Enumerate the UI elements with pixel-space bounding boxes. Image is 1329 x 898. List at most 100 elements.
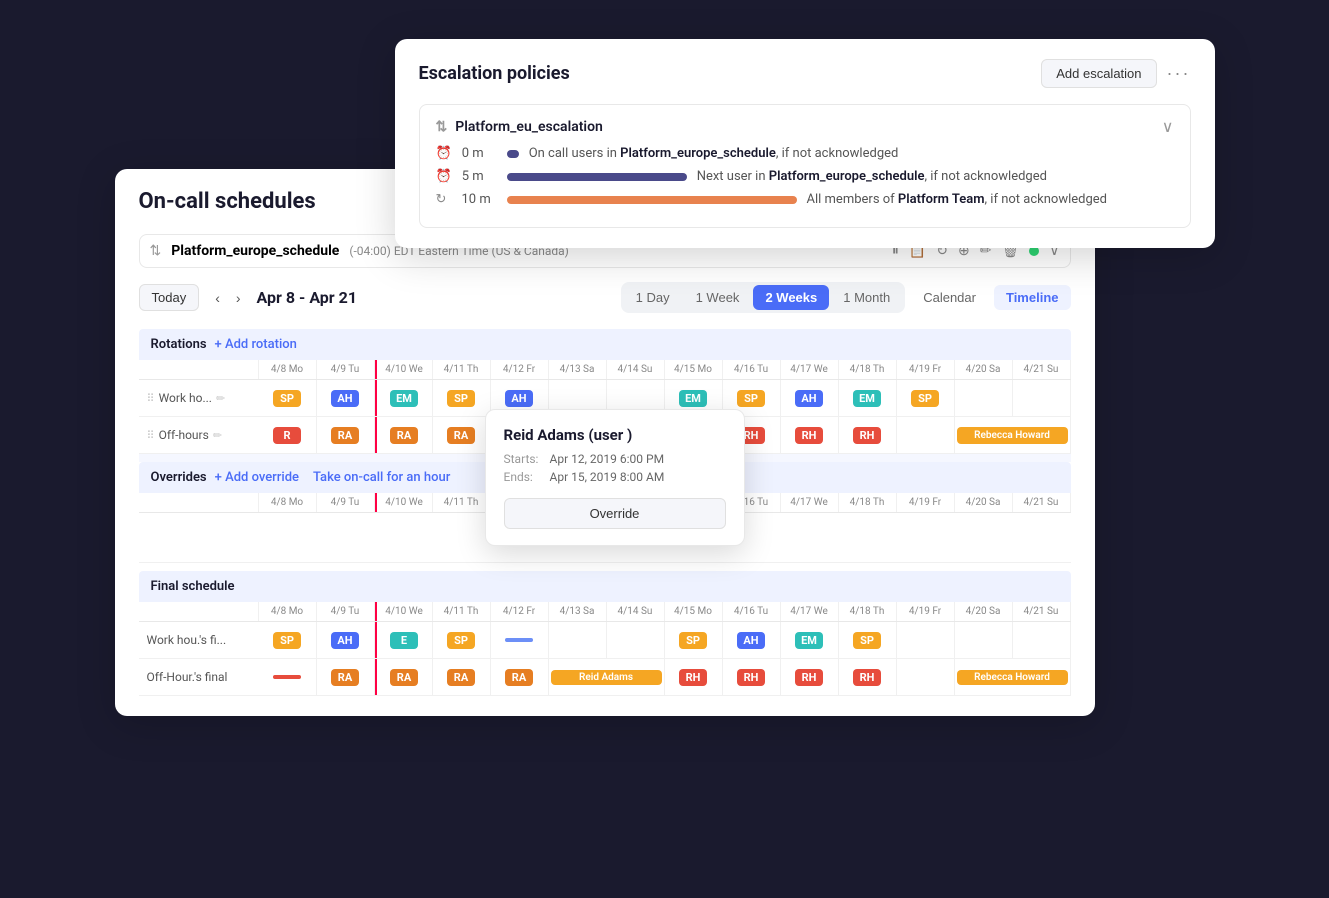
final-badge-ra-2: RA bbox=[390, 669, 418, 686]
step-time-3: 10 m bbox=[462, 192, 497, 207]
policy-name-text: Platform_eu_escalation bbox=[455, 119, 603, 135]
final-col-6: 4/14 Su bbox=[607, 602, 665, 621]
final-oh-8: RH bbox=[723, 659, 781, 695]
ovr-col-2: 4/10 We bbox=[375, 493, 433, 512]
final-wh-7: SP bbox=[665, 622, 723, 658]
ovr-header-empty bbox=[139, 493, 259, 512]
final-col-0: 4/8 Mo bbox=[259, 602, 317, 621]
add-escalation-button[interactable]: Add escalation bbox=[1041, 59, 1156, 88]
header-col-10: 4/18 Th bbox=[839, 360, 897, 379]
overrides-label: Overrides bbox=[151, 470, 207, 485]
ovr-col-12: 4/20 Sa bbox=[955, 493, 1013, 512]
cell-oh-12-13: Rebecca Howard bbox=[955, 417, 1071, 453]
step-bar-1 bbox=[507, 150, 519, 158]
step-text-3: All members of Platform Team, if not ack… bbox=[807, 192, 1108, 207]
badge-em-3: EM bbox=[853, 390, 881, 407]
badge-rh-4: RH bbox=[853, 427, 881, 444]
add-rotation-link[interactable]: + Add rotation bbox=[215, 337, 297, 352]
prev-arrow[interactable]: ‹ bbox=[209, 288, 226, 308]
cell-wh-11: SP bbox=[897, 380, 955, 416]
final-col-1: 4/9 Tu bbox=[317, 602, 375, 621]
final-row-offhours: Off-Hour.'s final RA RA RA RA Reid Adams… bbox=[139, 659, 1071, 696]
badge-ah-2: AH bbox=[505, 390, 533, 407]
ovr-col-13: 4/21 Su bbox=[1013, 493, 1071, 512]
today-button[interactable]: Today bbox=[139, 284, 200, 311]
final-badge-ra-3: RA bbox=[447, 669, 475, 686]
final-oh-10: RH bbox=[839, 659, 897, 695]
rotations-header: Rotations + Add rotation bbox=[139, 329, 1071, 360]
header-col-8: 4/16 Tu bbox=[723, 360, 781, 379]
step-bar-2 bbox=[507, 173, 687, 181]
final-badge-ra-1: RA bbox=[331, 669, 359, 686]
drag-handle-2[interactable]: ⠿ bbox=[147, 429, 155, 442]
policy-step-1: ⏰ 0 m On call users in Platform_europe_s… bbox=[436, 146, 1174, 161]
final-header-empty bbox=[139, 602, 259, 621]
final-badge-ra-4: RA bbox=[505, 669, 533, 686]
view-1month[interactable]: 1 Month bbox=[831, 285, 902, 310]
final-badge-ah: AH bbox=[331, 632, 359, 649]
cell-wh-9: AH bbox=[781, 380, 839, 416]
final-badge-sp-2: SP bbox=[447, 632, 475, 649]
date-range: Apr 8 - Apr 21 bbox=[257, 288, 357, 307]
final-wh-12 bbox=[955, 622, 1013, 658]
header-col-0: 4/8 Mo bbox=[259, 360, 317, 379]
final-label-oh: Off-Hour.'s final bbox=[139, 666, 259, 688]
take-oncall-link[interactable]: Take on-call for an hour bbox=[313, 470, 450, 485]
view-timeline[interactable]: Timeline bbox=[994, 285, 1071, 310]
edit-offhours-icon[interactable]: ✏ bbox=[213, 429, 222, 442]
badge-r: R bbox=[273, 427, 301, 444]
escalation-header: Escalation policies Add escalation ··· bbox=[419, 59, 1191, 88]
escalation-panel: Escalation policies Add escalation ··· ⇅… bbox=[395, 39, 1215, 248]
grid-header-row: 4/8 Mo 4/9 Tu 4/10 We 4/11 Th 4/12 Fr 4/… bbox=[139, 360, 1071, 380]
drag-handle[interactable]: ⠿ bbox=[147, 392, 155, 405]
next-arrow[interactable]: › bbox=[230, 288, 247, 308]
tooltip-starts-value: Apr 12, 2019 6:00 PM bbox=[550, 452, 665, 466]
final-schedule-header: Final schedule bbox=[139, 571, 1071, 602]
final-schedule-label: Final schedule bbox=[151, 579, 235, 594]
step-time-1: 0 m bbox=[462, 146, 497, 161]
cell-oh-2: RA bbox=[375, 417, 433, 453]
header-col-9: 4/17 We bbox=[781, 360, 839, 379]
rotations-label: Rotations bbox=[151, 337, 207, 352]
final-badge-sp-3: SP bbox=[679, 632, 707, 649]
final-wh-5 bbox=[549, 622, 607, 658]
cell-wh-1: AH bbox=[317, 380, 375, 416]
more-options-button[interactable]: ··· bbox=[1167, 63, 1191, 84]
override-button[interactable]: Override bbox=[504, 498, 726, 529]
cell-wh-2: EM bbox=[375, 380, 433, 416]
final-oh-11 bbox=[897, 659, 955, 695]
final-col-11: 4/19 Fr bbox=[897, 602, 955, 621]
badge-sp-2: SP bbox=[447, 390, 475, 407]
edit-workhours-icon[interactable]: ✏ bbox=[216, 392, 225, 405]
final-wh-6 bbox=[607, 622, 665, 658]
view-2weeks[interactable]: 2 Weeks bbox=[753, 285, 829, 310]
view-1week[interactable]: 1 Week bbox=[684, 285, 752, 310]
chevron-down-icon[interactable]: ∨ bbox=[1162, 117, 1174, 136]
badge-ah: AH bbox=[331, 390, 359, 407]
badge-ra-1: RA bbox=[331, 427, 359, 444]
add-override-link[interactable]: + Add override bbox=[215, 470, 299, 485]
final-label-wh: Work hou.'s fi... bbox=[139, 629, 259, 651]
view-1day[interactable]: 1 Day bbox=[624, 285, 682, 310]
tooltip-ends-value: Apr 15, 2019 8:00 AM bbox=[550, 470, 665, 484]
step-text-2: Next user in Platform_europe_schedule, i… bbox=[697, 169, 1047, 184]
final-wh-1: AH bbox=[317, 622, 375, 658]
header-col-4: 4/12 Fr bbox=[491, 360, 549, 379]
final-badge-rh-4: RH bbox=[853, 669, 881, 686]
final-row-workhours: Work hou.'s fi... SP AH E SP SP AH EM SP bbox=[139, 622, 1071, 659]
header-empty bbox=[139, 360, 259, 379]
final-wh-4 bbox=[491, 622, 549, 658]
step-text-1: On call users in Platform_europe_schedul… bbox=[529, 146, 899, 161]
final-badge-ah-2: AH bbox=[737, 632, 765, 649]
ovr-col-1: 4/9 Tu bbox=[317, 493, 375, 512]
header-col-6: 4/14 Su bbox=[607, 360, 665, 379]
badge-sp: SP bbox=[273, 390, 301, 407]
view-calendar[interactable]: Calendar bbox=[911, 285, 988, 310]
tooltip-starts-label: Starts: bbox=[504, 452, 544, 466]
final-badge-rh-3: RH bbox=[795, 669, 823, 686]
final-wh-11 bbox=[897, 622, 955, 658]
final-oh-2: RA bbox=[375, 659, 433, 695]
badge-em-2: EM bbox=[679, 390, 707, 407]
policy-name: ⇅ Platform_eu_escalation bbox=[436, 119, 603, 135]
cell-oh-9: RH bbox=[781, 417, 839, 453]
